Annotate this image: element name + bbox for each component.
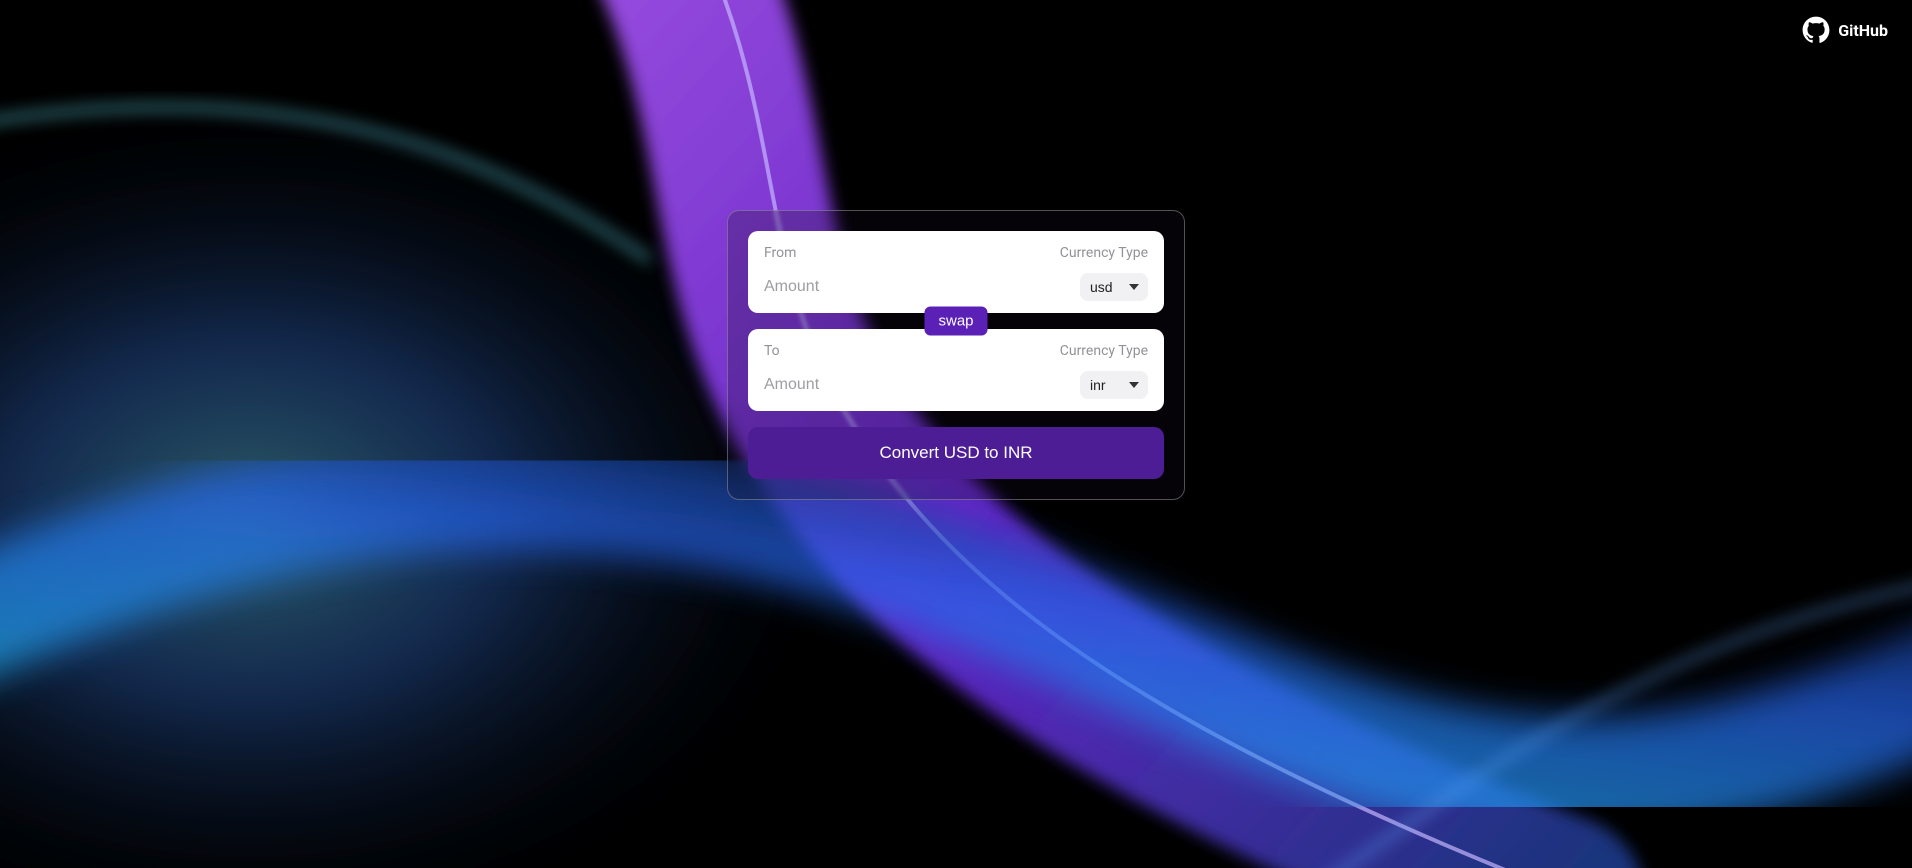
from-amount-input[interactable]	[764, 278, 994, 296]
github-icon	[1802, 16, 1830, 44]
github-link[interactable]: GitHub	[1802, 16, 1888, 44]
to-currency-select[interactable]: inr	[1080, 371, 1148, 399]
from-label: From	[764, 245, 796, 261]
to-amount-input[interactable]	[764, 376, 994, 394]
to-panel: To Currency Type inr	[748, 329, 1164, 411]
github-label: GitHub	[1838, 21, 1888, 40]
to-label: To	[764, 343, 780, 359]
convert-button[interactable]: Convert USD to INR	[748, 427, 1164, 479]
from-panel: From Currency Type usd	[748, 231, 1164, 313]
from-currency-type-label: Currency Type	[1060, 245, 1148, 261]
converter-card: From Currency Type usd swap To Currency …	[727, 210, 1185, 500]
from-currency-select[interactable]: usd	[1080, 273, 1148, 301]
swap-button[interactable]: swap	[924, 307, 987, 336]
to-currency-type-label: Currency Type	[1060, 343, 1148, 359]
swap-area: swap	[748, 313, 1164, 329]
